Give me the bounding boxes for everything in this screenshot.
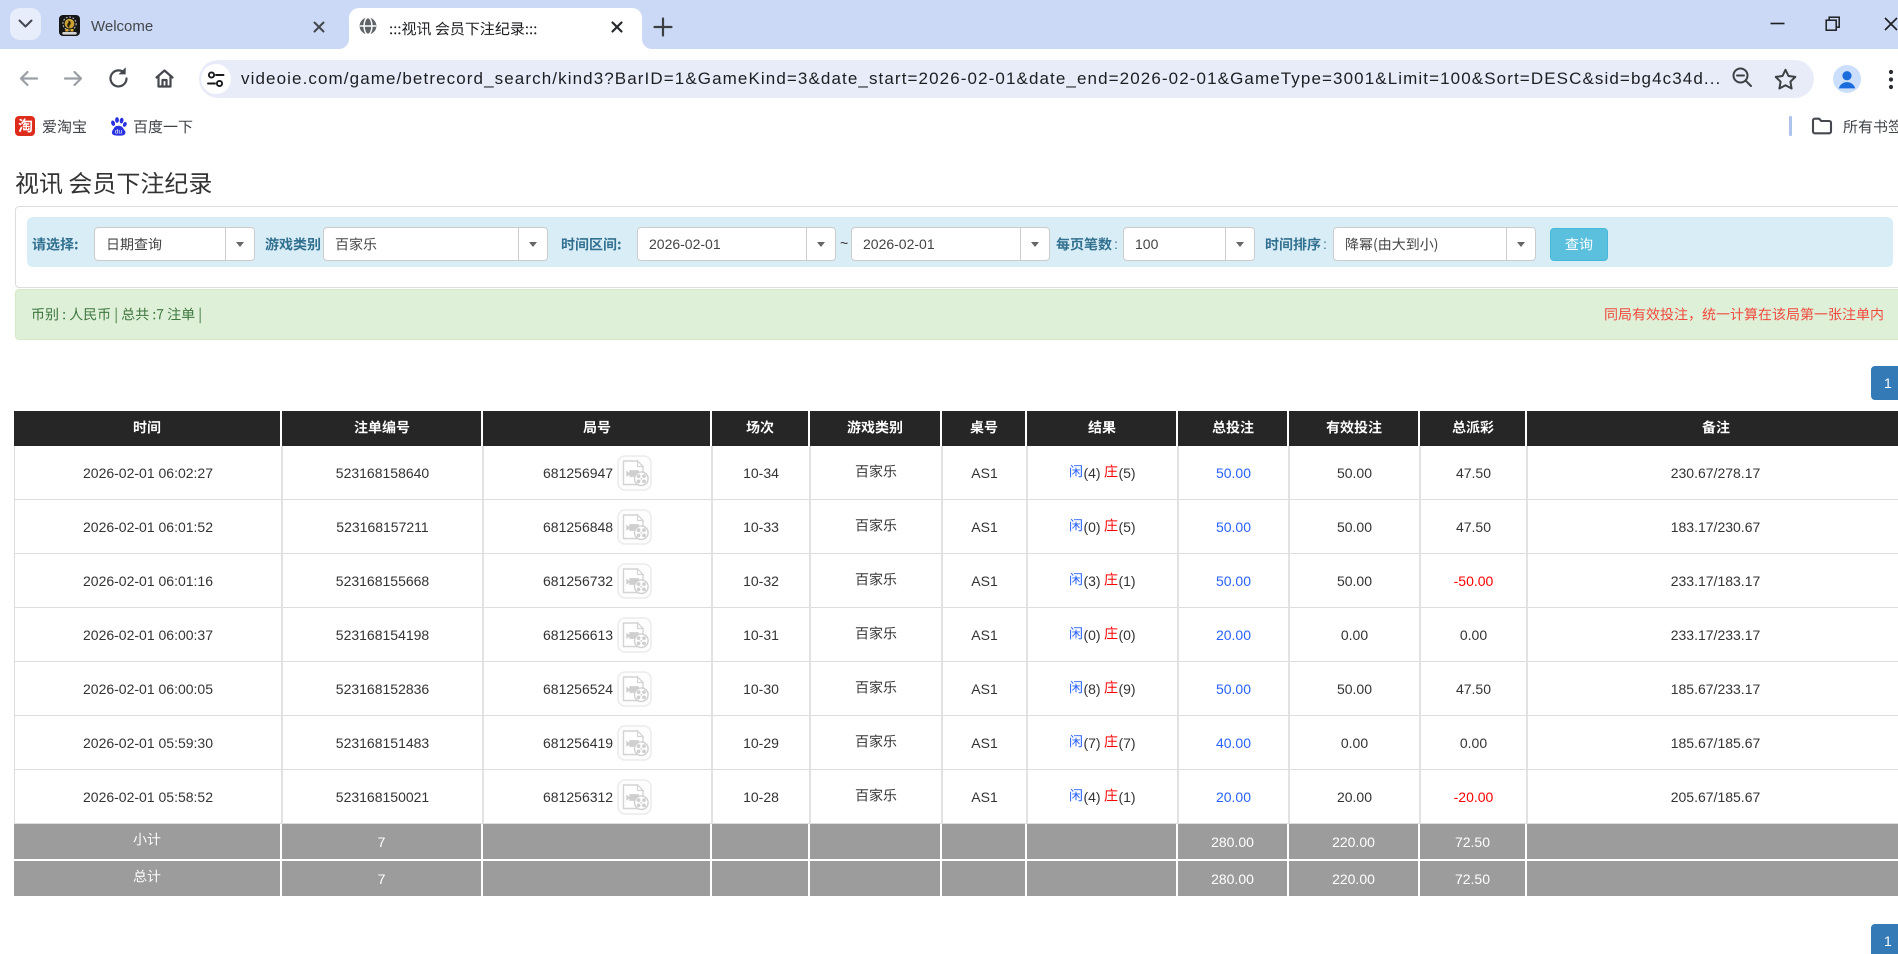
svg-text:du: du <box>115 129 123 136</box>
